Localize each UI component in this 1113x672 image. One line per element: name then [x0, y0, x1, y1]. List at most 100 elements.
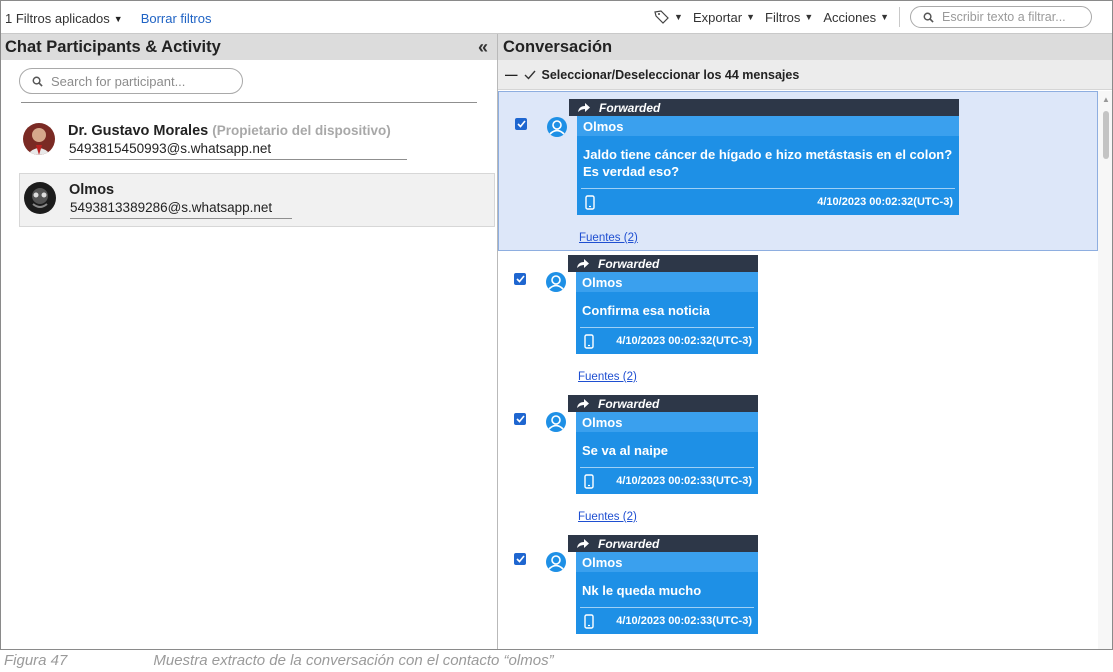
user-icon: [546, 412, 566, 432]
figure-number: Figura 47: [4, 652, 68, 669]
message-timestamp: 4/10/2023 00:02:33(UTC-3): [616, 475, 752, 487]
forwarded-label: Forwarded: [598, 396, 660, 411]
phone-icon: [584, 333, 594, 349]
scroll-thumb[interactable]: [1103, 111, 1109, 159]
participants-header: Chat Participants & Activity «: [1, 34, 497, 60]
message-text: Se va al naipe: [582, 443, 668, 458]
message-footer: 4/10/2023 00:02:32(UTC-3): [581, 188, 955, 215]
filters-applied-dropdown[interactable]: 1 Filtros aplicados: [5, 11, 110, 26]
figure-description: Muestra extracto de la conversación con …: [153, 652, 554, 669]
caret-down-icon: ▼: [804, 12, 814, 22]
message-bubble: Olmos Se va al naipe 4/10/2023 00:02:33(…: [576, 412, 758, 494]
divider: [21, 102, 477, 103]
filter-search-placeholder: Escribir texto a filtrar...: [942, 10, 1066, 24]
forwarded-bar: Forwarded: [568, 535, 758, 552]
forward-arrow-icon: [577, 399, 589, 408]
checkbox-icon[interactable]: [515, 118, 527, 130]
forwarded-bar: Forwarded: [568, 395, 758, 412]
message-footer: 4/10/2023 00:02:33(UTC-3): [580, 467, 754, 494]
participant-name: Olmos: [69, 182, 114, 198]
sources-link[interactable]: Fuentes (2): [578, 511, 637, 523]
conversation-header: Conversación: [498, 34, 1112, 60]
filters-label: Filtros: [765, 9, 801, 25]
message-sender: Olmos: [576, 272, 758, 292]
message-sender: Olmos: [576, 552, 758, 572]
message-timestamp: 4/10/2023 00:02:32(UTC-3): [616, 335, 752, 347]
user-icon: [547, 117, 567, 137]
actions-menu[interactable]: Acciones ▼: [823, 10, 889, 25]
message-item[interactable]: Forwarded Olmos Jaldo tiene cáncer de hí…: [498, 91, 1098, 251]
message-bubble: Olmos Jaldo tiene cáncer de hígado e hiz…: [577, 116, 959, 215]
check-icon: [524, 70, 536, 80]
tag-dropdown[interactable]: ▼: [654, 10, 683, 24]
user-icon: [546, 552, 566, 572]
avatar: [24, 182, 56, 214]
filter-search-input[interactable]: Escribir texto a filtrar...: [910, 6, 1092, 28]
participant-name-text: Dr. Gustavo Morales: [68, 123, 209, 139]
message-text: Jaldo tiene cáncer de hígado e hizo metá…: [583, 147, 953, 179]
forward-arrow-icon: [578, 103, 590, 112]
message-timestamp: 4/10/2023 00:02:33(UTC-3): [616, 615, 752, 627]
message-list: Forwarded Olmos Jaldo tiene cáncer de hí…: [498, 91, 1098, 649]
filters-menu[interactable]: Filtros ▼: [765, 10, 813, 25]
user-icon: [546, 272, 566, 292]
participant-search-placeholder: Search for participant...: [51, 73, 186, 89]
clear-filters-link[interactable]: Borrar filtros: [141, 11, 212, 26]
export-label: Exportar: [692, 9, 743, 25]
scroll-up-icon[interactable]: ▲: [1102, 95, 1110, 104]
select-all-bar[interactable]: — Seleccionar/Deseleccionar los 44 mensa…: [498, 60, 1112, 90]
message-bubble: Olmos Confirma esa noticia 4/10/2023 00:…: [576, 272, 758, 354]
phone-icon: [585, 194, 595, 210]
select-all-label: Seleccionar/Deseleccionar los 44 mensaje…: [541, 67, 800, 82]
message-item[interactable]: Forwarded Olmos Confirma esa noticia 4/1…: [498, 251, 1098, 391]
participant-role: (Propietario del dispositivo): [212, 123, 391, 138]
message-text: Nk le queda mucho: [582, 583, 702, 598]
message-footer: 4/10/2023 00:02:33(UTC-3): [580, 607, 754, 634]
app-window: 1 Filtros aplicados ▼ Borrar filtros ▼ E…: [0, 0, 1113, 650]
checkbox-icon[interactable]: [514, 273, 526, 285]
collapse-icon[interactable]: «: [478, 37, 488, 58]
minus-icon: —: [505, 67, 518, 82]
message-sender: Olmos: [576, 412, 758, 432]
caret-down-icon[interactable]: ▼: [114, 14, 123, 24]
figure-caption: Figura 47 Muestra extracto de la conversa…: [0, 652, 1113, 669]
forward-arrow-icon: [577, 539, 589, 548]
caret-down-icon: ▼: [674, 12, 683, 22]
export-menu[interactable]: Exportar ▼: [693, 10, 755, 25]
forwarded-label: Forwarded: [598, 536, 660, 551]
phone-icon: [584, 473, 594, 489]
participants-pane: Chat Participants & Activity « Search fo…: [1, 34, 498, 649]
message-text: Confirma esa noticia: [582, 303, 710, 318]
caret-down-icon: ▼: [880, 12, 889, 22]
sources-link[interactable]: Fuentes (2): [579, 232, 638, 244]
participant-id: 5493815450993@s.whatsapp.net: [69, 141, 407, 160]
participant-olmos[interactable]: Olmos 5493813389286@s.whatsapp.net: [19, 173, 495, 227]
message-timestamp: 4/10/2023 00:02:32(UTC-3): [817, 196, 953, 208]
avatar: [23, 123, 55, 155]
participant-search-input[interactable]: Search for participant...: [19, 68, 243, 94]
message-scrollbar[interactable]: ▲: [1098, 91, 1112, 649]
message-item[interactable]: Forwarded Olmos Nk le queda mucho 4/10/2…: [498, 531, 1098, 649]
forwarded-bar: Forwarded: [568, 255, 758, 272]
filter-status: 1 Filtros aplicados ▼ Borrar filtros: [5, 11, 212, 26]
checkbox-icon[interactable]: [514, 413, 526, 425]
caret-down-icon: ▼: [746, 12, 756, 22]
search-icon: [923, 12, 934, 23]
participant-name-text: Olmos: [69, 182, 115, 198]
checkbox-icon[interactable]: [514, 553, 526, 565]
toolbar-actions: ▼ Exportar ▼ Filtros ▼ Acciones ▼ Escrib…: [644, 6, 1092, 28]
toolbar-divider: [899, 7, 900, 27]
message-item[interactable]: Forwarded Olmos Se va al naipe 4/10/2023…: [498, 391, 1098, 531]
participant-name: Dr. Gustavo Morales (Propietario del disp…: [68, 123, 391, 139]
message-bubble: Olmos Nk le queda mucho 4/10/2023 00:02:…: [576, 552, 758, 634]
sources-link[interactable]: Fuentes (2): [578, 371, 637, 383]
actions-label: Acciones: [823, 9, 877, 25]
participant-search-wrap: Search for participant...: [1, 60, 497, 94]
participant-owner[interactable]: Dr. Gustavo Morales (Propietario del disp…: [19, 115, 495, 169]
message-footer: 4/10/2023 00:02:32(UTC-3): [580, 327, 754, 354]
conversation-pane: Conversación — Seleccionar/Deseleccionar…: [498, 34, 1112, 649]
tag-icon: [654, 10, 669, 24]
top-toolbar: 1 Filtros aplicados ▼ Borrar filtros ▼ E…: [1, 1, 1112, 34]
search-icon: [32, 76, 43, 87]
phone-icon: [584, 613, 594, 629]
